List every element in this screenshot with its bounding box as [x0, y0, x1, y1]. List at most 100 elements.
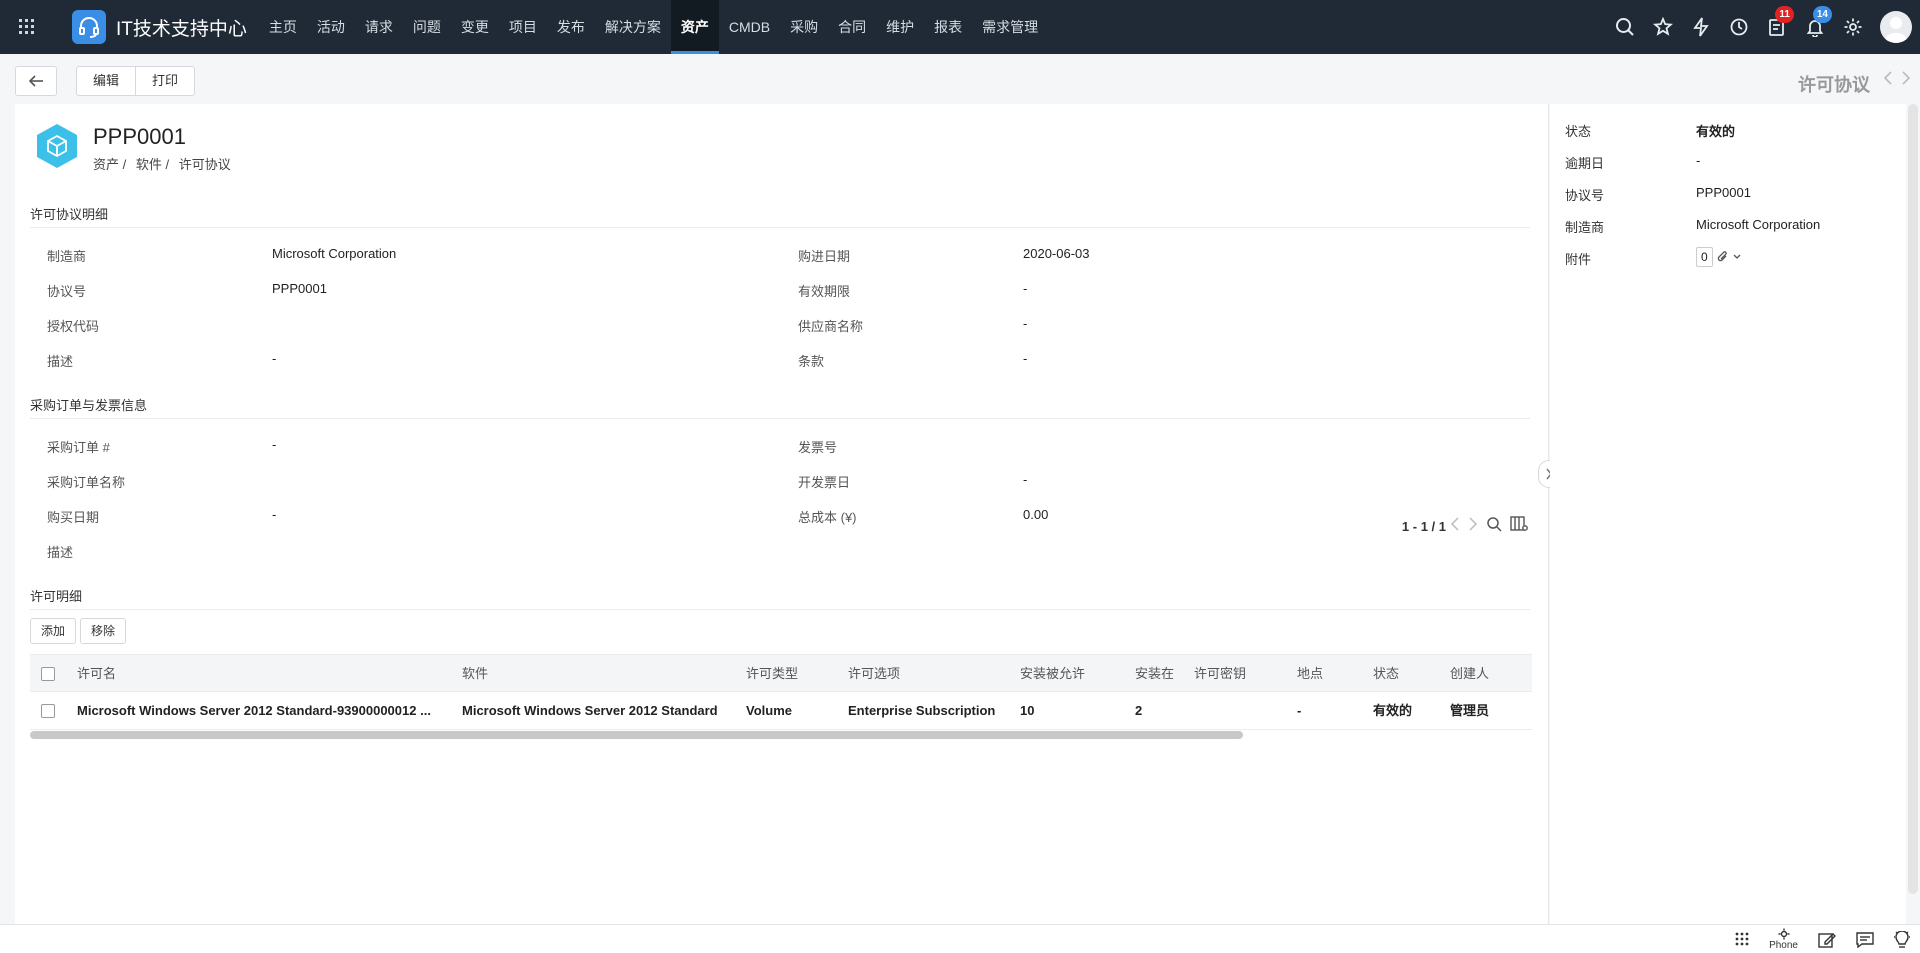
- po-name-label: 采购订单名称: [47, 475, 126, 490]
- installs-allowed-cell: 10: [1020, 703, 1035, 718]
- breadcrumb-software[interactable]: 软件 /: [136, 157, 169, 172]
- notifications-badge: 14: [1812, 6, 1832, 23]
- asset-id: PPP0001: [93, 124, 186, 149]
- validity-value: -: [1023, 281, 1028, 296]
- nav-home[interactable]: 主页: [259, 0, 307, 54]
- user-avatar[interactable]: [1880, 11, 1912, 43]
- invoice-date-value: -: [1023, 472, 1028, 487]
- software-cell[interactable]: Microsoft Windows Server 2012 Standard: [462, 692, 742, 730]
- edit-button[interactable]: 编辑: [77, 67, 135, 95]
- phone-button[interactable]: Phone: [1769, 928, 1798, 951]
- nav-changes[interactable]: 变更: [451, 0, 499, 54]
- divider: [30, 609, 1530, 610]
- column-header[interactable]: 许可选项: [848, 655, 1008, 693]
- brand-title[interactable]: IT技术支持中心: [116, 14, 247, 41]
- column-header[interactable]: 许可类型: [746, 655, 841, 693]
- add-button[interactable]: 添加: [30, 618, 77, 644]
- column-header[interactable]: 软件: [462, 655, 732, 693]
- terms-value: -: [1023, 351, 1028, 366]
- total-cost-label: 总成本 (¥): [798, 510, 857, 525]
- top-right-tools: 11 14: [1606, 0, 1920, 54]
- column-header[interactable]: 许可密钥: [1194, 655, 1289, 693]
- location-cell: -: [1297, 703, 1302, 718]
- select-all-checkbox[interactable]: [41, 667, 55, 681]
- invoice-no-label: 发票号: [798, 440, 838, 455]
- previous-record-icon[interactable]: [1882, 70, 1894, 86]
- record-type-title: 许可协议: [1798, 75, 1870, 95]
- print-button[interactable]: 打印: [135, 67, 194, 95]
- nav-requests[interactable]: 请求: [355, 0, 403, 54]
- record-navigation: [1882, 70, 1912, 86]
- back-button[interactable]: [15, 66, 57, 96]
- nav-solutions[interactable]: 解决方案: [595, 0, 671, 54]
- column-header[interactable]: 状态: [1373, 655, 1443, 693]
- tasks-icon[interactable]: 11: [1758, 0, 1796, 54]
- nav-maintenance[interactable]: 维护: [876, 0, 924, 54]
- star-icon[interactable]: [1644, 0, 1682, 54]
- horizontal-scrollbar[interactable]: [30, 731, 1243, 739]
- nav-purchase[interactable]: 采购: [780, 0, 828, 54]
- table-tools: [1450, 516, 1528, 532]
- po-number-value: -: [272, 437, 277, 452]
- paperclip-icon[interactable]: [1717, 250, 1729, 264]
- bell-icon[interactable]: 14: [1796, 0, 1834, 54]
- lightbulb-icon[interactable]: [1894, 930, 1910, 949]
- action-buttons: 编辑 打印: [76, 66, 196, 96]
- tasks-badge: 11: [1775, 6, 1794, 23]
- top-navbar: IT技术支持中心 主页 活动 请求 问题 变更 项目 发布 解决方案 资产 CM…: [0, 0, 1920, 54]
- row-checkbox[interactable]: [41, 704, 55, 718]
- table-header: 许可名 软件 许可类型 许可选项 安装被允许 安装在 许可密钥 地点 状态 创建…: [30, 654, 1532, 692]
- next-page-icon[interactable]: [1468, 517, 1478, 531]
- next-record-icon[interactable]: [1900, 70, 1912, 86]
- validity-label: 有效期限: [798, 284, 851, 299]
- nav-projects[interactable]: 项目: [499, 0, 547, 54]
- purchase-date-label: 购进日期: [798, 249, 851, 264]
- breadcrumb-license-agreement[interactable]: 许可协议: [179, 157, 231, 172]
- agreement-no-label: 协议号: [1565, 188, 1605, 203]
- nav-assets[interactable]: 资产: [670, 0, 719, 54]
- lightning-icon[interactable]: [1682, 0, 1720, 54]
- nav-problems[interactable]: 问题: [403, 0, 451, 54]
- gear-icon[interactable]: [1834, 0, 1872, 54]
- expiry-value: -: [1696, 153, 1701, 168]
- app-launcher-icon[interactable]: [0, 0, 54, 54]
- nav-cmdb[interactable]: CMDB: [719, 0, 780, 54]
- chevron-down-icon[interactable]: [1733, 254, 1741, 260]
- history-icon[interactable]: [1720, 0, 1758, 54]
- column-header[interactable]: 创建人: [1450, 655, 1530, 693]
- record-detail-panel: PPP0001 资产 / 软件 / 许可协议 许可协议明细 制造商 Micros…: [15, 104, 1549, 924]
- nav-reports[interactable]: 报表: [924, 0, 972, 54]
- column-header[interactable]: 许可名: [77, 655, 447, 693]
- agreement-no-value: PPP0001: [272, 281, 327, 296]
- attachment-label: 附件: [1565, 252, 1592, 267]
- manufacturer-label: 制造商: [1565, 220, 1605, 235]
- manufacturer-label: 制造商: [47, 249, 87, 264]
- expiry-label: 逾期日: [1565, 156, 1605, 171]
- auth-code-label: 授权代码: [47, 319, 100, 334]
- license-option-cell: Enterprise Subscription: [848, 703, 996, 718]
- search-icon[interactable]: [1486, 516, 1502, 532]
- column-settings-icon[interactable]: [1510, 516, 1528, 532]
- column-header[interactable]: 地点: [1297, 655, 1367, 693]
- nav-activities[interactable]: 活动: [307, 0, 355, 54]
- column-header[interactable]: 安装在: [1135, 655, 1190, 693]
- nav-contracts[interactable]: 合同: [828, 0, 876, 54]
- brand-logo[interactable]: [72, 10, 106, 44]
- attachment-control[interactable]: 0: [1696, 247, 1741, 267]
- table-row[interactable]: Microsoft Windows Server 2012 Standard-9…: [30, 692, 1532, 730]
- buy-date-label: 购买日期: [47, 510, 100, 525]
- license-name-cell[interactable]: Microsoft Windows Server 2012 Standard-9…: [77, 692, 452, 730]
- description-value: -: [272, 351, 277, 366]
- remove-button[interactable]: 移除: [80, 618, 127, 644]
- dialpad-icon[interactable]: [1735, 932, 1749, 948]
- vertical-scrollbar[interactable]: [1908, 104, 1918, 894]
- notes-icon[interactable]: [1818, 932, 1836, 948]
- nav-releases[interactable]: 发布: [547, 0, 595, 54]
- search-icon[interactable]: [1606, 0, 1644, 54]
- chat-icon[interactable]: [1856, 931, 1874, 948]
- breadcrumb-assets[interactable]: 资产 /: [93, 157, 126, 172]
- nav-demand-management[interactable]: 需求管理: [972, 0, 1048, 54]
- agreement-no-value: PPP0001: [1696, 185, 1751, 200]
- column-header[interactable]: 安装被允许: [1020, 655, 1130, 693]
- previous-page-icon[interactable]: [1450, 517, 1460, 531]
